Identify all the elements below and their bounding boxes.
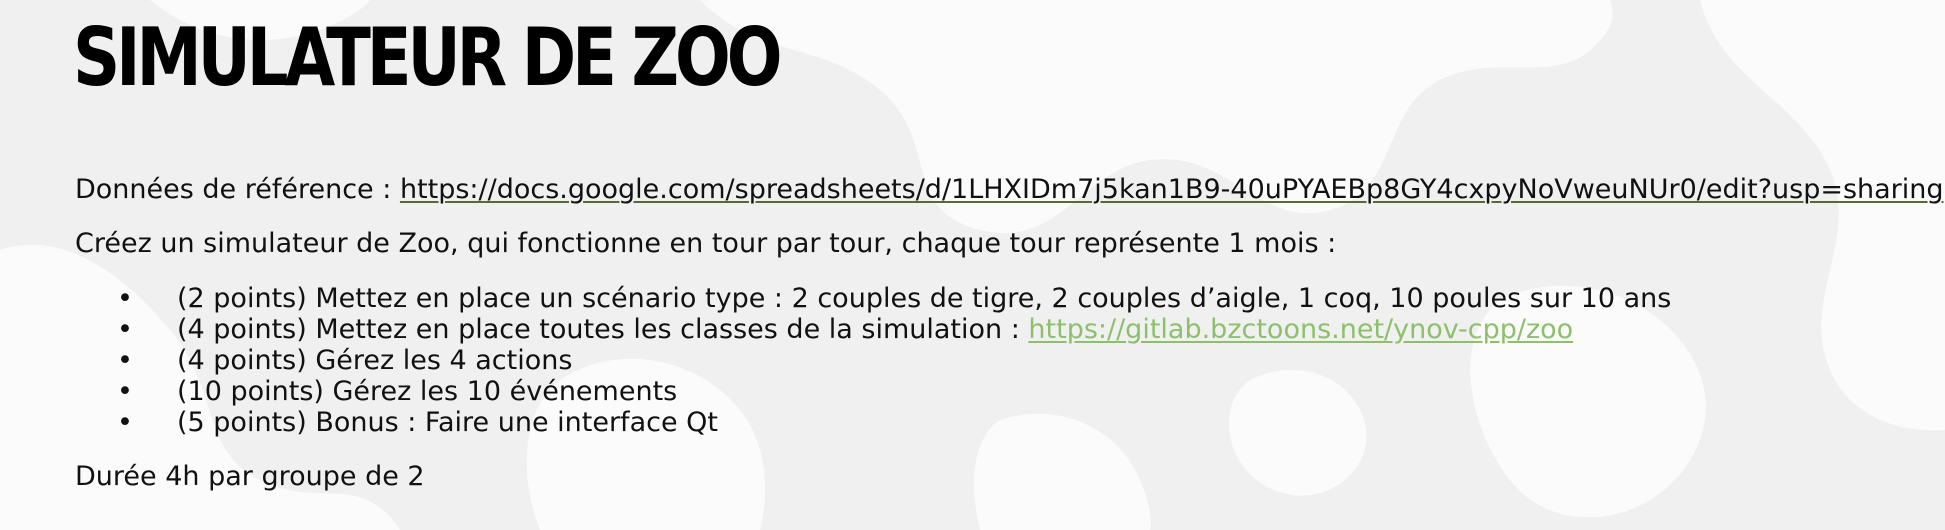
bullet-icon: • bbox=[117, 345, 133, 376]
task-text: (2 points) Mettez en place un scénario t… bbox=[177, 283, 1672, 314]
bullet-icon: • bbox=[117, 314, 133, 345]
intro-text: Créez un simulateur de Zoo, qui fonction… bbox=[75, 228, 1337, 259]
gitlab-repo-link[interactable]: https://gitlab.bzctoons.net/ynov-cpp/zoo bbox=[1028, 314, 1573, 345]
duration-text: Durée 4h par groupe de 2 bbox=[75, 461, 425, 492]
reference-label: Données de référence : bbox=[75, 174, 400, 205]
task-text-label: (4 points) Mettez en place toutes les cl… bbox=[177, 314, 1029, 345]
reference-spreadsheet-link[interactable]: https://docs.google.com/spreadsheets/d/1… bbox=[400, 174, 1944, 205]
task-text: (10 points) Gérez les 10 événements bbox=[177, 376, 678, 407]
slide-title: SIMULATEUR DE ZOO bbox=[73, 11, 782, 104]
task-text: (4 points) Mettez en place toutes les cl… bbox=[177, 314, 1573, 345]
slide: SIMULATEUR DE ZOO Données de référence :… bbox=[0, 0, 1945, 530]
task-text: (5 points) Bonus : Faire une interface Q… bbox=[177, 407, 718, 438]
task-text: (4 points) Gérez les 4 actions bbox=[177, 345, 573, 376]
bullet-icon: • bbox=[117, 407, 133, 438]
bullet-icon: • bbox=[117, 376, 133, 407]
bullet-icon: • bbox=[117, 283, 133, 314]
reference-data-line: Données de référence : https://docs.goog… bbox=[75, 172, 1944, 208]
